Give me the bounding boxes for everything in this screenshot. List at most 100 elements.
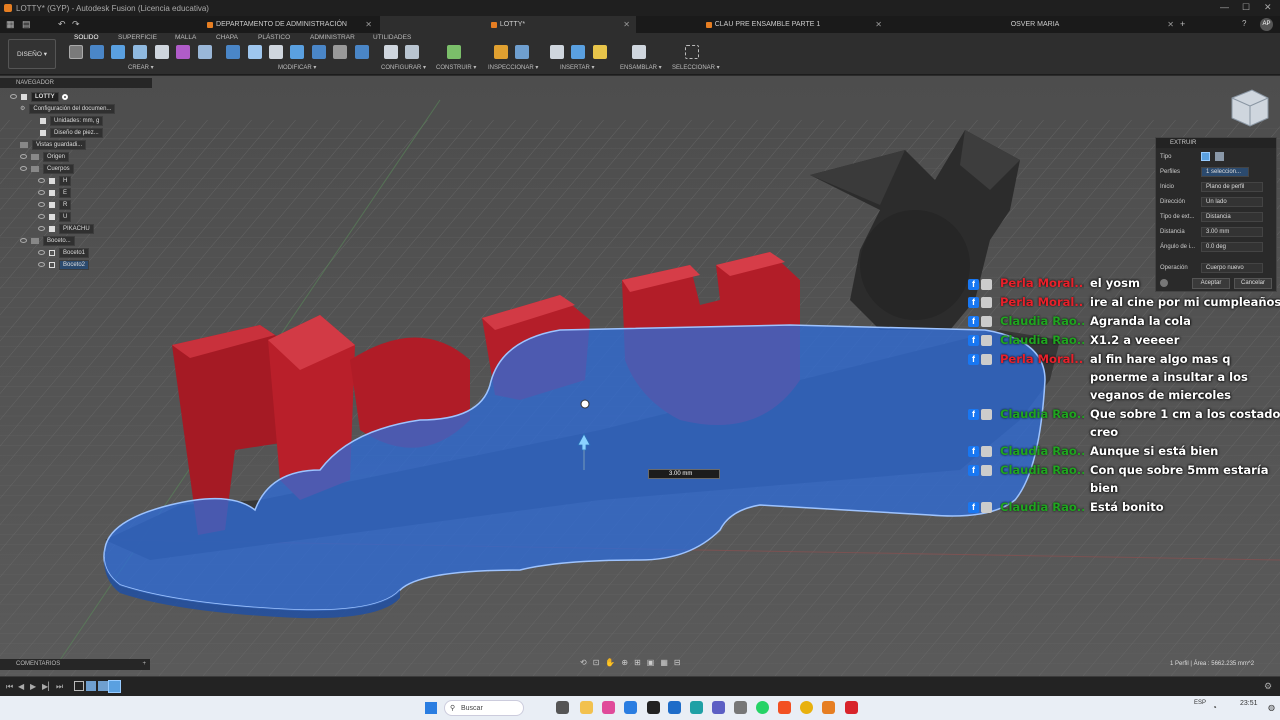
type-surface-icon[interactable] xyxy=(1215,152,1224,161)
add-tab-icon[interactable]: + xyxy=(1180,19,1185,29)
group-inspeccionar[interactable]: INSPECCIONAR ▾ xyxy=(488,64,538,71)
tab-plastico[interactable]: PLÁSTICO xyxy=(258,34,290,41)
cancel-button[interactable]: Cancelar xyxy=(1234,278,1272,289)
group-crear[interactable]: CREAR ▾ xyxy=(128,64,154,71)
section-icon[interactable] xyxy=(515,45,529,59)
type-solid-icon[interactable] xyxy=(1201,152,1210,161)
tree-item-design[interactable]: Diseño de piez... xyxy=(40,127,103,138)
press-pull-icon[interactable] xyxy=(226,45,240,59)
edge-icon[interactable] xyxy=(690,701,703,714)
doc-tab-0[interactable]: DEPARTAMENTO DE ADMINISTRACIÓN ✕ xyxy=(176,16,378,33)
distance-field[interactable]: 3.00 mm xyxy=(1201,227,1263,237)
group-ensamblar[interactable]: ENSAMBLAR ▾ xyxy=(620,64,662,71)
close-tab-icon[interactable]: ✕ xyxy=(365,20,372,29)
viewport[interactable] xyxy=(0,76,1280,676)
group-insertar[interactable]: INSERTAR ▾ xyxy=(560,64,594,71)
joint-icon[interactable] xyxy=(632,45,646,59)
tree-item-body-h[interactable]: H xyxy=(38,175,72,186)
app-icon[interactable] xyxy=(647,701,660,714)
plane-icon[interactable] xyxy=(447,45,461,59)
tab-administrar[interactable]: ADMINISTRAR xyxy=(310,34,355,41)
direction-select[interactable]: Un lado xyxy=(1201,197,1263,207)
tree-item-sketches[interactable]: Boceto... xyxy=(20,235,75,246)
new-component-icon[interactable] xyxy=(69,45,83,59)
doc-tab-2[interactable]: CLAU PRE ENSAMBLE PARTE 1 ✕ xyxy=(638,16,888,33)
outlook-icon[interactable] xyxy=(668,701,681,714)
select-icon[interactable] xyxy=(685,45,699,59)
prev-step-icon[interactable]: ◀ xyxy=(18,682,24,691)
tree-item-sketch1[interactable]: Boceto1 xyxy=(38,247,90,258)
file-icon[interactable]: ▤ xyxy=(22,19,31,30)
group-seleccionar[interactable]: SELECCIONAR ▾ xyxy=(672,64,720,71)
eye-icon[interactable] xyxy=(38,178,45,183)
next-step-icon[interactable]: ▶▏ xyxy=(42,682,54,691)
move-icon[interactable] xyxy=(333,45,347,59)
tab-superficie[interactable]: SUPERFICIE xyxy=(118,34,157,41)
eye-icon[interactable] xyxy=(10,94,17,99)
doc-tab-3[interactable]: OSVER MARIA ✕ xyxy=(890,16,1180,33)
chamfer-icon[interactable] xyxy=(269,45,283,59)
viewports-icon[interactable]: ⊟ xyxy=(674,658,681,670)
eye-icon[interactable] xyxy=(38,262,45,267)
tree-item-doc-settings[interactable]: ⚙ Configuración del documen... xyxy=(20,103,116,114)
canvas-icon[interactable] xyxy=(571,45,585,59)
revolve-icon[interactable] xyxy=(133,45,147,59)
doc-tab-1[interactable]: LOTTY* ✕ xyxy=(380,16,636,33)
navigator-header[interactable]: NAVEGADOR xyxy=(0,78,152,88)
grid-settings-icon[interactable]: ▦ xyxy=(660,658,668,670)
eye-icon[interactable] xyxy=(20,154,27,159)
explorer-icon[interactable] xyxy=(580,701,593,714)
taper-angle-field[interactable]: 0.0 deg xyxy=(1201,242,1263,252)
ok-button[interactable]: Aceptar xyxy=(1192,278,1230,289)
wifi-icon[interactable]: ◔ xyxy=(1212,703,1217,712)
start-select[interactable]: Plano de perfil xyxy=(1201,182,1263,192)
store-icon[interactable] xyxy=(624,701,637,714)
play-icon[interactable]: ▶ xyxy=(30,682,36,691)
comments-panel[interactable]: COMENTARIOS + xyxy=(0,659,150,670)
pattern-icon[interactable] xyxy=(198,45,212,59)
eye-icon[interactable] xyxy=(38,226,45,231)
configure-icon[interactable] xyxy=(384,45,398,59)
timeline-feature-icon[interactable] xyxy=(86,681,96,691)
redo-icon[interactable]: ↷ xyxy=(72,19,80,30)
timeline-feature-icon[interactable] xyxy=(98,681,108,691)
windows-start-icon[interactable] xyxy=(425,702,437,714)
eye-icon[interactable] xyxy=(38,202,45,207)
tree-item-origin[interactable]: Origen xyxy=(20,151,70,162)
table-icon[interactable] xyxy=(405,45,419,59)
sweep-icon[interactable] xyxy=(155,45,169,59)
tree-item-sketch2[interactable]: Boceto2 xyxy=(38,259,90,270)
eye-icon[interactable] xyxy=(38,190,45,195)
teams-icon[interactable] xyxy=(712,701,725,714)
measure-icon[interactable] xyxy=(494,45,508,59)
acrobat-icon[interactable] xyxy=(845,701,858,714)
fillet-icon[interactable] xyxy=(248,45,262,59)
tree-item-body-r[interactable]: R xyxy=(38,199,72,210)
zoom-icon[interactable]: ⊕ xyxy=(621,658,628,670)
info-icon[interactable] xyxy=(1160,279,1168,287)
profiles-select[interactable]: 1 seleccion... xyxy=(1201,167,1249,177)
tree-item-body-e[interactable]: E xyxy=(38,187,72,198)
fit-icon[interactable]: ⊞ xyxy=(634,658,641,670)
undo-icon[interactable]: ↶ xyxy=(58,19,66,30)
brave-icon[interactable] xyxy=(778,701,791,714)
clock[interactable]: 23:51 xyxy=(1240,700,1258,707)
operation-select[interactable]: Cuerpo nuevo xyxy=(1201,263,1263,273)
loft-icon[interactable] xyxy=(176,45,190,59)
distance-input[interactable]: 3.00 mm xyxy=(648,469,720,479)
timeline-feature-icon[interactable] xyxy=(74,681,84,691)
settings-icon[interactable] xyxy=(734,701,747,714)
user-avatar[interactable]: AP xyxy=(1260,18,1273,31)
tab-utilidades[interactable]: UTILIDADES xyxy=(373,34,411,41)
decal-icon[interactable] xyxy=(593,45,607,59)
align-icon[interactable] xyxy=(355,45,369,59)
tab-solido[interactable]: SOLIDO xyxy=(74,34,99,41)
notification-icon[interactable]: ◍ xyxy=(1268,703,1275,712)
timeline-settings-icon[interactable]: ⚙ xyxy=(1264,681,1272,692)
group-construir[interactable]: CONSTRUIR ▾ xyxy=(436,64,476,71)
group-configurar[interactable]: CONFIGURAR ▾ xyxy=(381,64,426,71)
extent-type-select[interactable]: Distancia xyxy=(1201,212,1263,222)
view-cube[interactable] xyxy=(1231,89,1269,127)
last-step-icon[interactable]: ⏭ xyxy=(56,682,63,692)
close-tab-icon[interactable]: ✕ xyxy=(623,20,630,29)
